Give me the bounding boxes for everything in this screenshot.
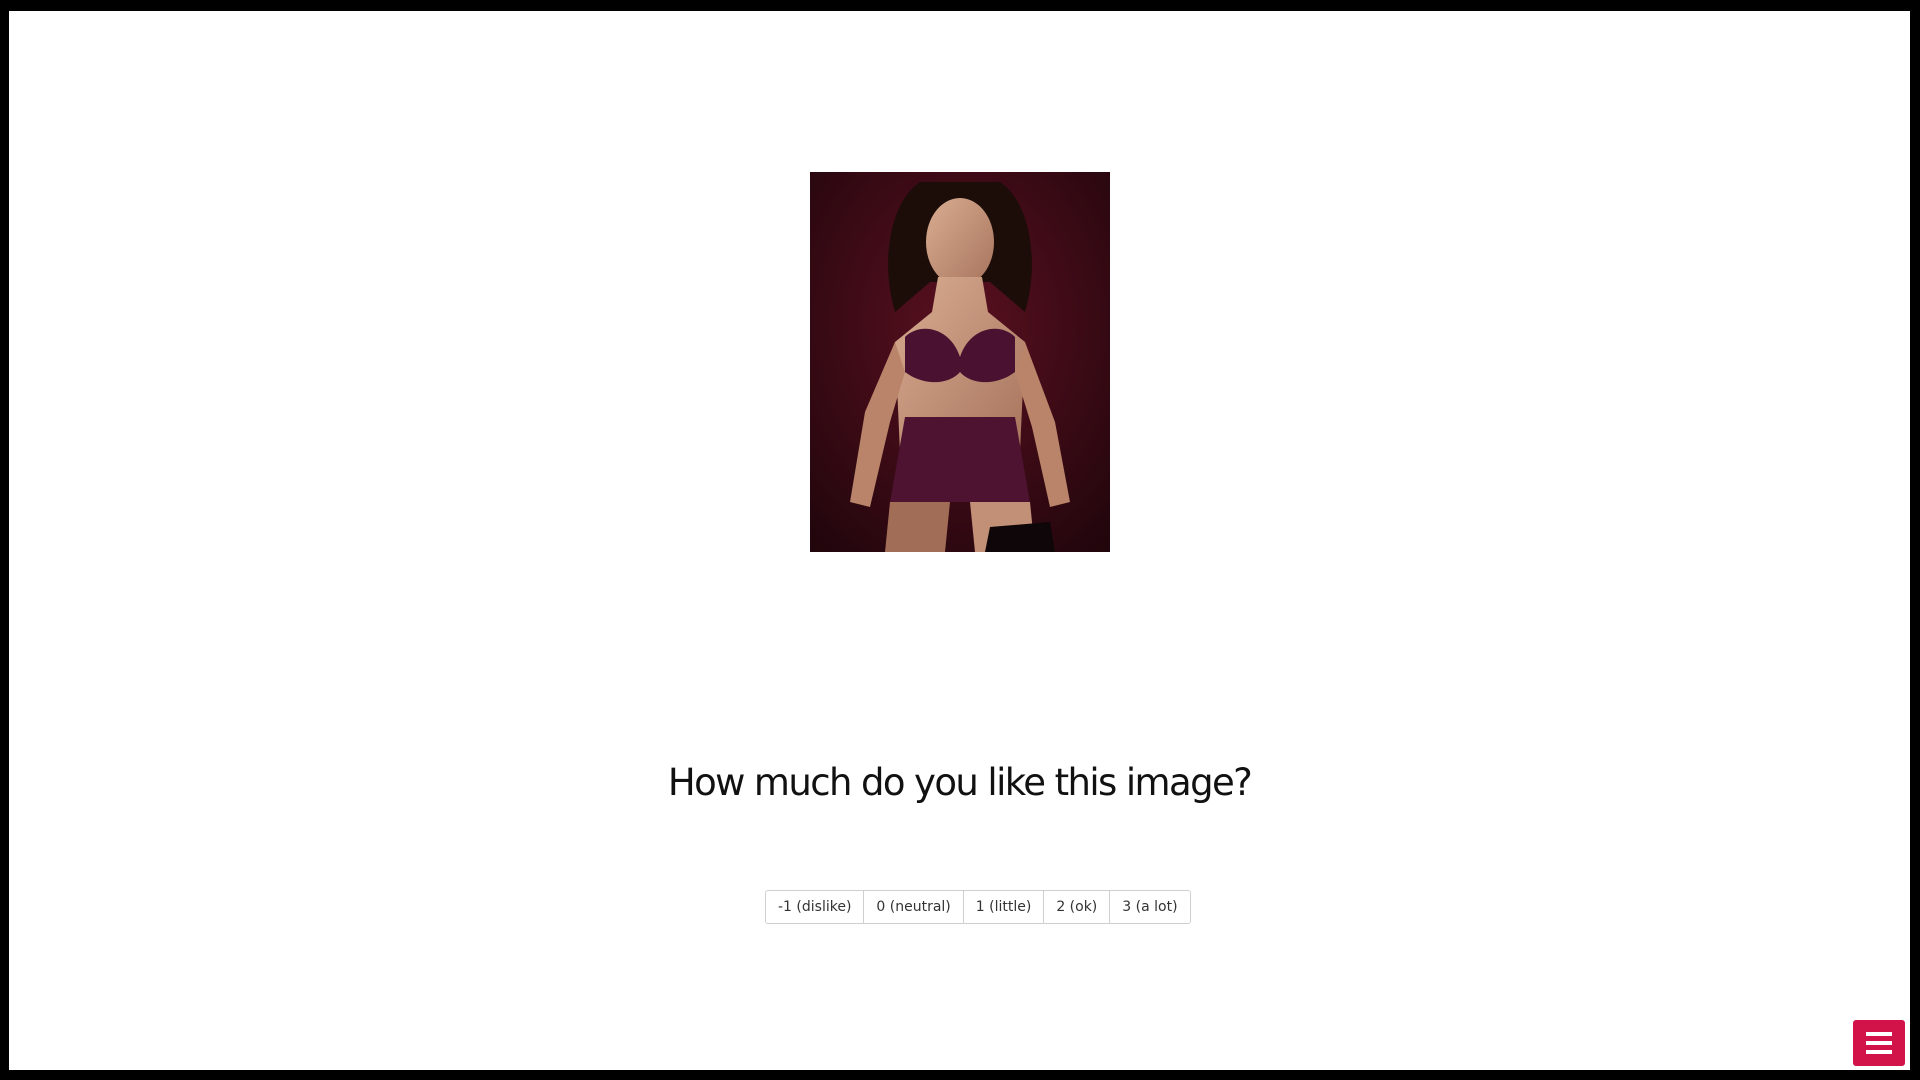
rating-question: How much do you like this image? bbox=[667, 761, 1253, 804]
rated-photo bbox=[810, 172, 1110, 552]
rating-option-little[interactable]: 1 (little) bbox=[962, 891, 1044, 923]
rating-option-a-lot[interactable]: 3 (a lot) bbox=[1109, 891, 1189, 923]
rating-option-neutral[interactable]: 0 (neutral) bbox=[863, 891, 962, 923]
menu-button[interactable] bbox=[1853, 1020, 1905, 1066]
page-viewport: How much do you like this image? -1 (dis… bbox=[9, 11, 1910, 1070]
rating-option-ok[interactable]: 2 (ok) bbox=[1043, 891, 1109, 923]
rating-option-dislike[interactable]: -1 (dislike) bbox=[766, 891, 863, 923]
rating-button-group: -1 (dislike) 0 (neutral) 1 (little) 2 (o… bbox=[765, 890, 1191, 924]
